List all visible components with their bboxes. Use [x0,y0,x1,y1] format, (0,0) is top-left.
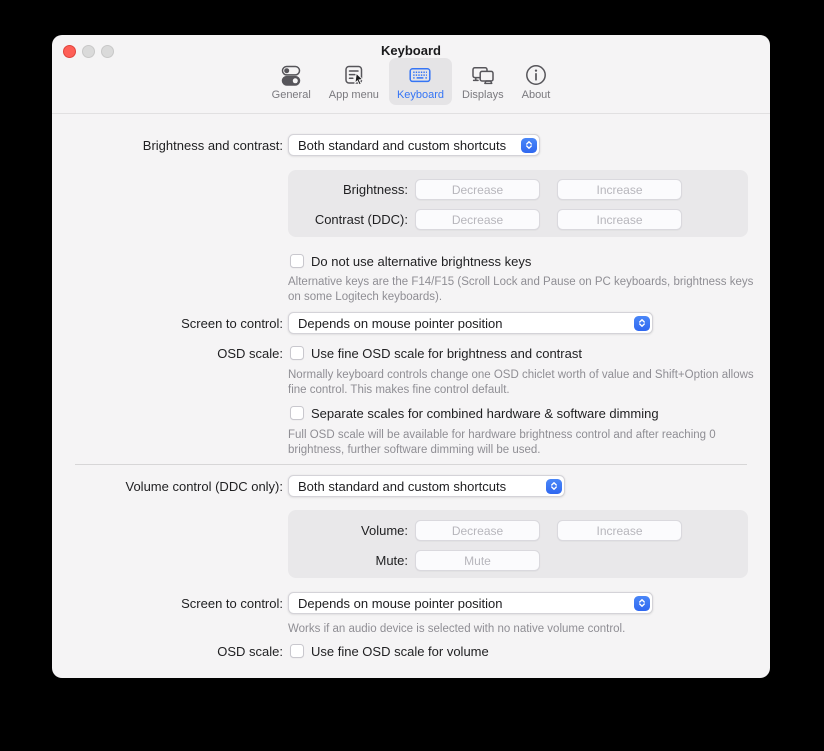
tab-label: App menu [329,89,379,102]
popup-value: Depends on mouse pointer position [298,316,503,331]
separate-scales-checkbox-label: Separate scales for combined hardware & … [311,406,659,421]
brightness-increase-button[interactable]: Increase [557,179,682,200]
displays-icon [470,62,496,88]
volume-buttons-row: Volume: Decrease Increase [288,520,699,541]
separate-scales-row: Separate scales for combined hardware & … [52,405,659,421]
volume-screen-control-row: Screen to control: Depends on mouse poin… [52,592,653,614]
popup-stepper-icon [521,138,537,153]
toggles-icon [278,62,304,88]
brightness-shortcut-popup[interactable]: Both standard and custom shortcuts [288,134,540,156]
volume-label: Volume: [288,523,408,538]
tab-displays[interactable]: Displays [454,58,512,105]
menu-document-cursor-icon [341,62,367,88]
volume-shortcut-popup[interactable]: Both standard and custom shortcuts [288,475,565,497]
popup-value: Both standard and custom shortcuts [298,479,506,494]
volume-control-label: Volume control (DDC only): [52,479,283,494]
brightness-shortcut-row: Brightness and contrast: Both standard a… [52,134,540,156]
fine-osd-help-text: Normally keyboard controls change one OS… [288,368,758,397]
contrast-decrease-button[interactable]: Decrease [415,209,540,230]
tab-label: Keyboard [397,89,444,102]
volume-fine-osd-checkbox[interactable] [290,644,304,658]
screen-control-label: Screen to control: [52,316,283,331]
tab-general[interactable]: General [264,58,319,105]
tab-app-menu[interactable]: App menu [321,58,387,105]
brightness-label: Brightness: [288,182,408,197]
contrast-buttons-row: Contrast (DDC): Decrease Increase [288,209,699,230]
volume-decrease-button[interactable]: Decrease [415,520,540,541]
contrast-label: Contrast (DDC): [288,212,408,227]
tab-keyboard[interactable]: Keyboard [389,58,452,105]
screen: Keyboard General [0,0,824,751]
fine-osd-checkbox-label: Use fine OSD scale for brightness and co… [311,346,582,361]
volume-osd-scale-row: OSD scale: Use fine OSD scale for volume [52,643,489,659]
volume-shortcut-row: Volume control (DDC only): Both standard… [52,475,565,497]
osd-scale-label: OSD scale: [52,346,283,361]
settings-window: Keyboard General [52,35,770,678]
volume-osd-scale-label: OSD scale: [52,644,283,659]
info-icon [523,62,549,88]
mute-button-row: Mute: Mute [288,550,557,571]
volume-shortcuts-panel: Volume: Decrease Increase Mute: Mute [288,510,748,578]
mute-label: Mute: [288,553,408,568]
popup-stepper-icon [634,596,650,611]
tab-about[interactable]: About [514,58,559,105]
separate-scales-help-text: Full OSD scale will be available for har… [288,428,758,457]
popup-value: Depends on mouse pointer position [298,596,503,611]
screen-control-row: Screen to control: Depends on mouse poin… [52,312,653,334]
fine-osd-checkbox[interactable] [290,346,304,360]
section-divider [75,464,747,465]
alt-keys-help-text: Alternative keys are the F14/F15 (Scroll… [288,275,758,304]
screen-control-popup[interactable]: Depends on mouse pointer position [288,312,653,334]
popup-stepper-icon [546,479,562,494]
toolbar: General App menu [52,58,770,105]
tab-label: Displays [462,89,504,102]
popup-stepper-icon [634,316,650,331]
toolbar-divider [52,113,770,114]
tab-label: General [272,89,311,102]
mute-button[interactable]: Mute [415,550,540,571]
brightness-decrease-button[interactable]: Decrease [415,179,540,200]
brightness-buttons-row: Brightness: Decrease Increase [288,179,699,200]
contrast-increase-button[interactable]: Increase [557,209,682,230]
separate-scales-checkbox[interactable] [290,406,304,420]
volume-fine-osd-checkbox-label: Use fine OSD scale for volume [311,644,489,659]
popup-value: Both standard and custom shortcuts [298,138,506,153]
volume-screen-control-popup[interactable]: Depends on mouse pointer position [288,592,653,614]
keyboard-icon [407,62,433,88]
tab-label: About [522,89,551,102]
osd-scale-row: OSD scale: Use fine OSD scale for bright… [52,345,582,361]
volume-increase-button[interactable]: Increase [557,520,682,541]
alt-keys-row: Do not use alternative brightness keys [52,253,531,269]
alt-keys-checkbox[interactable] [290,254,304,268]
brightness-shortcuts-panel: Brightness: Decrease Increase Contrast (… [288,170,748,237]
volume-screen-control-label: Screen to control: [52,596,283,611]
brightness-contrast-label: Brightness and contrast: [52,138,283,153]
window-title: Keyboard [52,43,770,58]
volume-screen-help-text: Works if an audio device is selected wit… [288,622,625,637]
alt-keys-checkbox-label: Do not use alternative brightness keys [311,254,531,269]
